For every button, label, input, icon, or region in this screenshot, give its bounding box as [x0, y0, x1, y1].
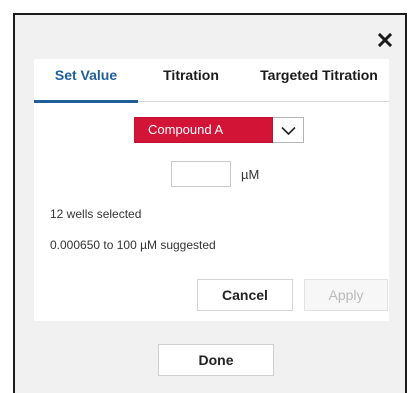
- tab-targeted-titration[interactable]: Targeted Titration: [249, 59, 389, 102]
- done-button[interactable]: Done: [158, 344, 274, 376]
- tab-titration[interactable]: Titration: [146, 59, 236, 102]
- wells-selected-text: 12 wells selected: [50, 207, 142, 221]
- set-value-dialog: Set Value Titration Targeted Titration C…: [13, 13, 407, 393]
- compound-select-value[interactable]: Compound A: [134, 117, 273, 143]
- tab-bar: Set Value Titration Targeted Titration: [34, 59, 389, 103]
- suggested-range-text: 0.000650 to 100 µM suggested: [50, 238, 216, 252]
- compound-select[interactable]: Compound A: [134, 117, 304, 143]
- close-icon[interactable]: [377, 32, 393, 48]
- cancel-button[interactable]: Cancel: [197, 279, 293, 311]
- dialog-panel: Set Value Titration Targeted Titration C…: [34, 59, 389, 321]
- unit-label: µM: [241, 167, 260, 182]
- chevron-down-icon[interactable]: [273, 117, 304, 143]
- value-input[interactable]: [171, 161, 231, 187]
- tab-set-value[interactable]: Set Value: [34, 59, 138, 103]
- apply-button[interactable]: Apply: [304, 279, 388, 311]
